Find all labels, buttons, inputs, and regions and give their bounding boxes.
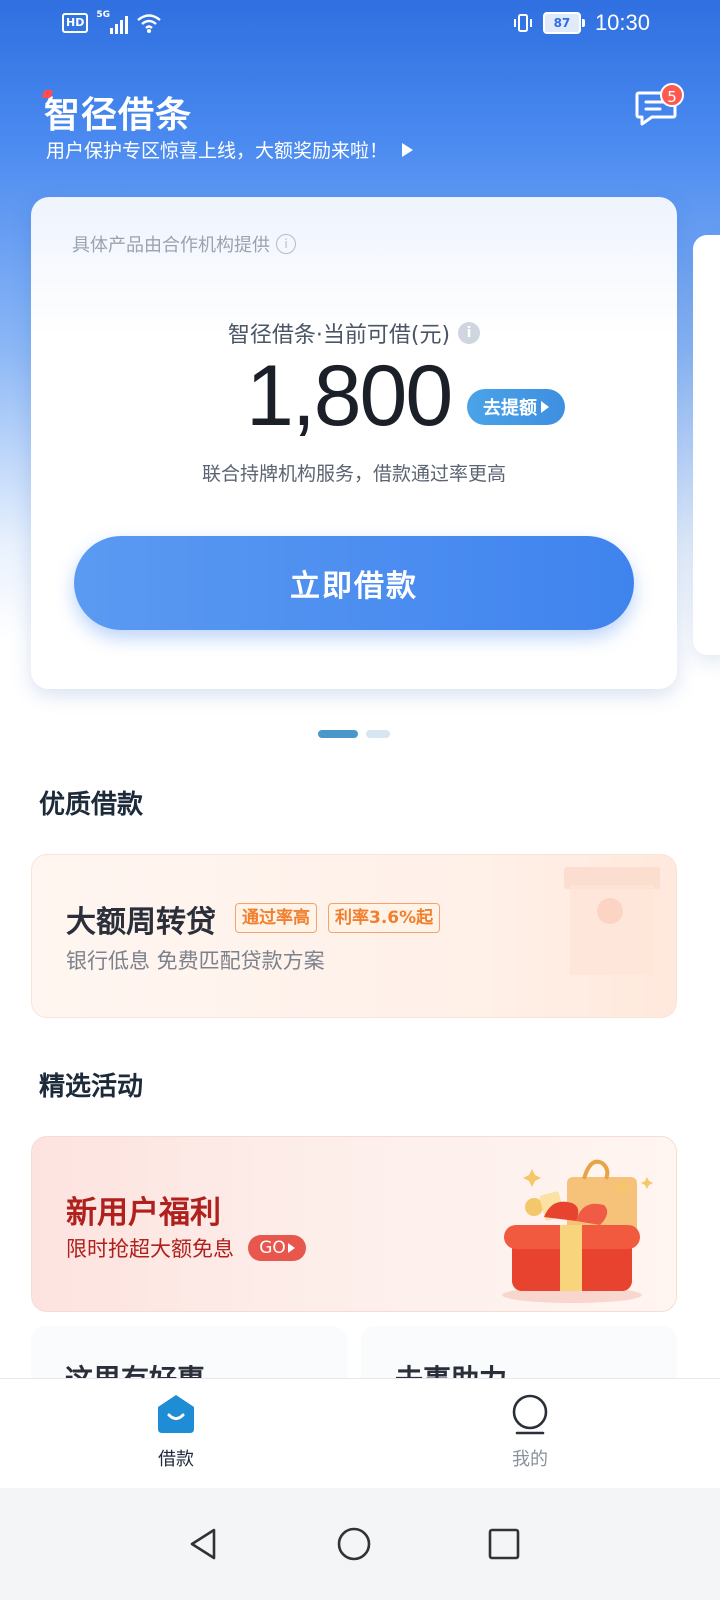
play-arrow-icon [541, 401, 549, 413]
promo-text: 用户保护专区惊喜上线，大额奖励来啦！ [46, 140, 389, 162]
tab-me-label: 我的 [512, 1449, 548, 1470]
go-button[interactable]: GO [248, 1235, 306, 1261]
tag-interest-rate: 利率3.6%起 [328, 903, 441, 933]
tag-pass-rate: 通过率高 [235, 903, 317, 933]
system-navigation-bar [0, 1488, 720, 1600]
recents-icon[interactable] [486, 1526, 522, 1562]
back-icon[interactable] [186, 1526, 222, 1562]
go-label: GO [259, 1238, 286, 1258]
carousel-indicator [318, 730, 390, 738]
activity-subtitle-text: 限时抢超大额免息 [66, 1237, 234, 1261]
clock: 10:30 [594, 10, 650, 35]
status-bar: HD 5G 87 10:30 [0, 0, 720, 50]
carousel-dot-active [318, 730, 358, 738]
activity-title: 新用户福利 [66, 1195, 221, 1231]
next-card-peek[interactable] [693, 235, 720, 655]
building-decoration-icon [564, 867, 660, 975]
limit-info-icon[interactable]: i [458, 322, 481, 344]
gift-box-icon [502, 1159, 653, 1303]
provider-note[interactable]: 具体产品由合作机构提供 i [72, 231, 296, 257]
hd-indicator: HD [62, 13, 89, 33]
network-type: 5G [96, 10, 110, 20]
mini-card-assist[interactable]: 去事助力 [361, 1326, 677, 1386]
activity-subtitle: 限时抢超大额免息 GO [66, 1233, 306, 1263]
vibrate-icon [513, 14, 532, 32]
raise-limit-button[interactable]: 去提额 [467, 389, 565, 425]
info-icon[interactable]: i [276, 234, 296, 254]
battery-level: 87 [542, 12, 581, 34]
app-title: 智径借条 [44, 95, 193, 136]
play-arrow-icon [402, 142, 414, 157]
service-note: 联合持牌机构服务，借款通过率更高 [201, 463, 506, 485]
tab-borrow[interactable]: 借款 [116, 1393, 236, 1471]
loan-title: 大额周转贷 [66, 905, 216, 940]
new-user-benefit-card[interactable]: 新用户福利 限时抢超大额免息 GO [31, 1136, 677, 1312]
section-title-quality-loans: 优质借款 [39, 790, 144, 820]
limit-label-text: 智径借条·当前可借(元) [227, 323, 451, 348]
promo-banner[interactable]: 用户保护专区惊喜上线，大额奖励来啦！ [46, 136, 414, 163]
credit-limit-card: 具体产品由合作机构提供 i 智径借条·当前可借(元) i 1,800 去提额 联… [31, 197, 677, 689]
section-title-activities: 精选活动 [39, 1072, 144, 1102]
message-badge: 5 [660, 83, 684, 107]
loan-description: 银行低息 免费匹配贷款方案 [66, 949, 325, 973]
loan-product-card[interactable]: 大额周转贷 通过率高 利率3.6%起 银行低息 免费匹配贷款方案 [31, 854, 677, 1018]
user-icon [512, 1394, 548, 1435]
raise-limit-label: 去提额 [483, 398, 537, 419]
borrow-now-button[interactable]: 立即借款 [74, 536, 634, 630]
home-icon [158, 1395, 194, 1433]
tab-me[interactable]: 我的 [470, 1393, 590, 1471]
mini-card-deals[interactable]: 这里有好惠 [31, 1326, 347, 1386]
limit-label: 智径借条·当前可借(元) i [31, 317, 677, 349]
available-amount: 1,800 [246, 348, 453, 444]
wifi-icon [137, 14, 162, 33]
provider-note-text: 具体产品由合作机构提供 [72, 235, 270, 256]
status-right: 87 10:30 [513, 10, 650, 36]
home-circle-icon[interactable] [336, 1526, 372, 1562]
signal-icon: 5G [96, 10, 129, 34]
battery-icon: 87 [542, 12, 585, 34]
status-left: HD 5G [62, 10, 162, 34]
bottom-tab-bar: 借款 我的 [0, 1378, 720, 1489]
play-arrow-icon [287, 1243, 295, 1253]
carousel-dot [366, 730, 390, 738]
tab-borrow-label: 借款 [158, 1449, 194, 1470]
